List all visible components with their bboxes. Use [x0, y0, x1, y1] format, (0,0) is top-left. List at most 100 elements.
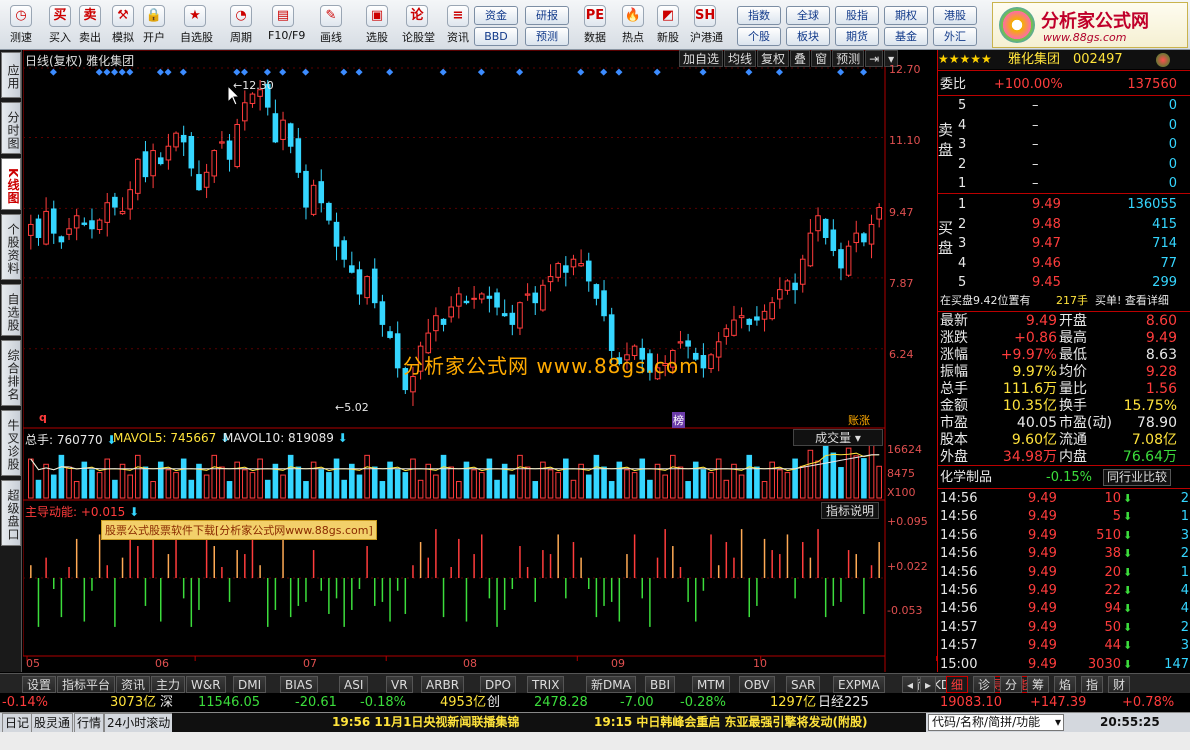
indicator-tab[interactable]: BBI — [645, 676, 676, 693]
news-ticker-1[interactable]: 19:56 11月1日央视新闻联播集锦 — [172, 713, 574, 732]
news-ticker-2[interactable]: 19:15 中日韩峰会重启 东亚最强引擎将发动(附股) — [574, 713, 926, 732]
toolbar-button-monitor[interactable]: ▣ 选股 — [362, 4, 392, 48]
chart-top-button[interactable]: 预测 — [832, 50, 865, 67]
toolbar-pill[interactable]: 外汇 — [933, 27, 977, 46]
indicator-tab[interactable]: W&R — [186, 676, 226, 693]
toolbar-button-forum[interactable]: 论论股堂 — [402, 4, 435, 48]
toolbar-button-f10[interactable]: ▤ F10/F9 — [268, 4, 305, 48]
toolbar-pill[interactable]: 预测 — [525, 27, 569, 46]
indicator-tab[interactable]: 指标平台 — [57, 676, 116, 693]
toolbar-pill[interactable]: 研报 — [525, 6, 569, 25]
toolbar-pill[interactable]: 指数 — [737, 6, 781, 25]
sells-row[interactable]: 4–0 — [938, 116, 1190, 135]
status-item[interactable]: 行情 — [74, 713, 105, 733]
buys-row[interactable]: 1 9.49 136055 — [938, 195, 1190, 214]
zhang-marker[interactable]: 账涨 — [848, 412, 870, 428]
sells-row[interactable]: 5–0 — [938, 96, 1190, 115]
toolbar-button-sell[interactable]: 卖卖出 — [75, 4, 105, 48]
toolbar-button-clock[interactable]: ◷ 测速 — [6, 4, 36, 48]
left-tab[interactable]: 综合排名 — [1, 340, 21, 406]
kline-chart-area[interactable]: 日线(复权) 雅化集团 加自选 均线 复权叠窗预测 ⇥ ▾ 12.70 11.10 9.… — [23, 50, 937, 672]
buys-row[interactable]: 2 9.48 415 — [938, 215, 1190, 234]
buys-row[interactable]: 4 9.46 77 — [938, 254, 1190, 273]
status-item[interactable]: 股灵通 — [31, 713, 74, 733]
left-tab[interactable]: 自选股 — [1, 284, 21, 336]
indicator-tab[interactable]: 设置 — [22, 676, 57, 693]
indicator-tab[interactable]: VR — [386, 676, 413, 693]
side-tab[interactable]: 指 — [1081, 676, 1104, 693]
bang-marker[interactable]: 榜 — [672, 412, 685, 428]
indicator-tab[interactable]: SAR — [786, 676, 821, 693]
chart-top-button[interactable]: 复权 — [757, 50, 790, 67]
left-tab[interactable]: 个股资料 — [1, 214, 21, 280]
toolbar-button-buy[interactable]: 买买入 — [45, 4, 75, 48]
toolbar-pill[interactable]: BBD — [474, 27, 518, 46]
left-tab[interactable]: 牛叉诊股 — [1, 410, 21, 476]
toolbar-pill[interactable]: 期货 — [835, 27, 879, 46]
toolbar-button-hot[interactable]: 🔥 热点 — [618, 4, 648, 48]
toolbar-button-news[interactable]: ≡ 资讯 — [443, 4, 473, 48]
indicator-tab[interactable]: ARBR — [421, 676, 465, 693]
side-tab[interactable]: 筹 — [1027, 676, 1050, 693]
sector-compare-button[interactable]: 同行业比较 — [1103, 469, 1172, 486]
tab-scroll-right-icon[interactable]: ▸ — [920, 676, 937, 693]
left-tab[interactable]: K线图 — [1, 158, 21, 210]
toolbar-button-newstock[interactable]: ◩ 新股 — [653, 4, 683, 48]
side-tab[interactable]: 细 — [946, 676, 969, 693]
sector-name[interactable]: 化学制品 — [940, 468, 992, 487]
brand-logo[interactable]: 分析家公式网 www.88gs.com — [992, 2, 1188, 48]
toolbar-pill[interactable]: 全球 — [786, 6, 830, 25]
side-tab[interactable]: 焰 — [1054, 676, 1077, 693]
download-banner[interactable]: 股票公式股票软件下载[分析家公式网www.88gs.com] — [101, 520, 377, 540]
indicator-tab[interactable]: ASI — [339, 676, 369, 693]
indicator-tab[interactable]: TRIX — [527, 676, 565, 693]
chart-top-button[interactable]: 加自选 — [679, 50, 724, 67]
view-detail-link[interactable]: 买单! 查看详细 — [1095, 291, 1169, 310]
side-tab[interactable]: 财 — [1108, 676, 1131, 693]
toolbar-pill[interactable]: 板块 — [786, 27, 830, 46]
toolbar-button-hk-connect[interactable]: SH 沪港通 — [690, 4, 723, 48]
status-item[interactable]: 日记 — [2, 713, 33, 733]
sells-row[interactable]: 3–0 — [938, 135, 1190, 154]
left-tab[interactable]: 分时图 — [1, 102, 21, 154]
side-tab[interactable]: 分 — [1000, 676, 1023, 693]
indicator-tab[interactable]: DPO — [480, 676, 516, 693]
toolbar-pill[interactable]: 港股 — [933, 6, 977, 25]
status-item[interactable]: 24小时滚动 — [104, 713, 174, 733]
left-tab[interactable]: 超级盘口 — [1, 480, 21, 546]
buys-row[interactable]: 3 9.47 714 — [938, 234, 1190, 253]
toolbar-button-pen[interactable]: ✎ 画线 — [316, 4, 346, 48]
toolbar-pill[interactable]: 期权 — [884, 6, 928, 25]
toolbar-pill[interactable]: 资金 — [474, 6, 518, 25]
indicator-tab[interactable]: OBV — [739, 676, 775, 693]
left-tab[interactable]: 应用 — [1, 52, 21, 98]
chart-top-button[interactable]: 窗 — [811, 50, 832, 67]
indicator-tab[interactable]: DMI — [233, 676, 267, 693]
indicator-help-button[interactable]: 指标说明 — [821, 502, 879, 519]
indicator-tab[interactable]: MTM — [692, 676, 731, 693]
sells-row[interactable]: 1–0 — [938, 174, 1190, 193]
chart-top-button[interactable]: ⇥ — [865, 50, 884, 67]
globe-icon[interactable] — [1156, 53, 1170, 67]
indicator-tab[interactable]: 主力 — [151, 676, 186, 693]
code-search-input[interactable]: 代码/名称/简拼/功能 ▾ — [928, 714, 1064, 731]
toolbar-button-data[interactable]: PE 数据 — [580, 4, 610, 48]
toolbar-pill[interactable]: 个股 — [737, 27, 781, 46]
chart-top-button[interactable]: 均线 — [724, 50, 757, 67]
volume-selector[interactable]: 成交量 ▾ — [793, 429, 883, 446]
side-tab[interactable]: 诊 — [973, 676, 996, 693]
toolbar-button-hammer[interactable]: ⚒ 模拟 — [108, 4, 138, 48]
indicator-tab[interactable]: EXPMA — [833, 676, 885, 693]
tab-scroll-left-icon[interactable]: ◂ — [902, 676, 919, 693]
sells-row[interactable]: 2–0 — [938, 155, 1190, 174]
toolbar-button-lock[interactable]: 🔒 开户 — [139, 4, 169, 48]
indicator-tab[interactable]: 新DMA — [586, 676, 636, 693]
indicator-tab[interactable]: 资讯 — [116, 676, 151, 693]
toolbar-button-star[interactable]: ★ 自选股 — [180, 4, 213, 48]
buys-row[interactable]: 5 9.45 299 — [938, 273, 1190, 292]
toolbar-pill[interactable]: 股指 — [835, 6, 879, 25]
toolbar-pill[interactable]: 基金 — [884, 27, 928, 46]
chart-top-button[interactable]: 叠 — [790, 50, 811, 67]
indicator-tab[interactable]: BIAS — [280, 676, 318, 693]
toolbar-button-period[interactable]: ◔ 周期 — [226, 4, 256, 48]
